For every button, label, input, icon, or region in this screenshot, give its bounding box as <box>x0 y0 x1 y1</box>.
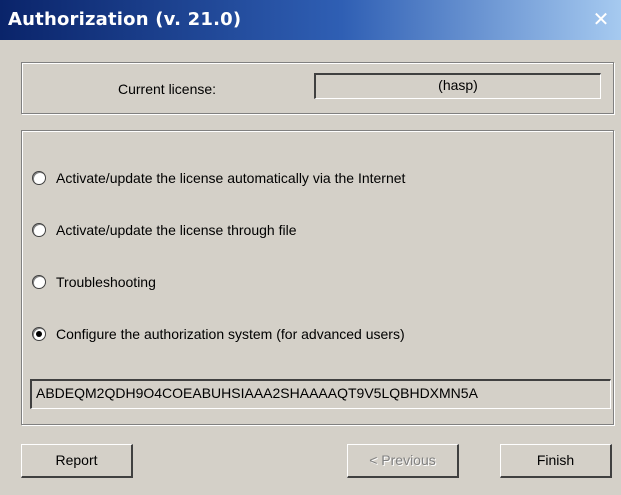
radio-configure-authorization[interactable]: Configure the authorization system (for … <box>32 324 405 344</box>
radio-button[interactable] <box>32 171 46 185</box>
previous-button[interactable]: < Previous <box>347 444 459 478</box>
window-title: Authorization (v. 21.0) <box>8 9 242 30</box>
radio-label: Activate/update the license through file <box>56 222 297 238</box>
radio-button[interactable] <box>32 223 46 237</box>
authorization-code-field[interactable]: ABDEQM2QDH9O4COEABUHSIAAA2SHAAAAQT9V5LQB… <box>30 379 611 409</box>
title-bar: Authorization (v. 21.0) ✕ <box>0 0 621 40</box>
radio-activate-file[interactable]: Activate/update the license through file <box>32 220 297 240</box>
radio-label: Troubleshooting <box>56 274 156 290</box>
report-button[interactable]: Report <box>21 444 133 478</box>
license-group: Current license: (hasp) <box>21 62 614 114</box>
close-button[interactable]: ✕ <box>587 5 615 33</box>
current-license-field: (hasp) <box>314 73 601 99</box>
radio-label: Configure the authorization system (for … <box>56 326 405 342</box>
options-group: Activate/update the license automaticall… <box>21 130 614 425</box>
radio-troubleshooting[interactable]: Troubleshooting <box>32 272 156 292</box>
close-icon: ✕ <box>592 7 610 31</box>
radio-activate-internet[interactable]: Activate/update the license automaticall… <box>32 168 405 188</box>
radio-label: Activate/update the license automaticall… <box>56 170 406 186</box>
current-license-label: Current license: <box>118 81 217 97</box>
finish-button[interactable]: Finish <box>500 444 612 478</box>
radio-button[interactable] <box>32 275 46 289</box>
radio-button-selected[interactable] <box>32 327 46 341</box>
